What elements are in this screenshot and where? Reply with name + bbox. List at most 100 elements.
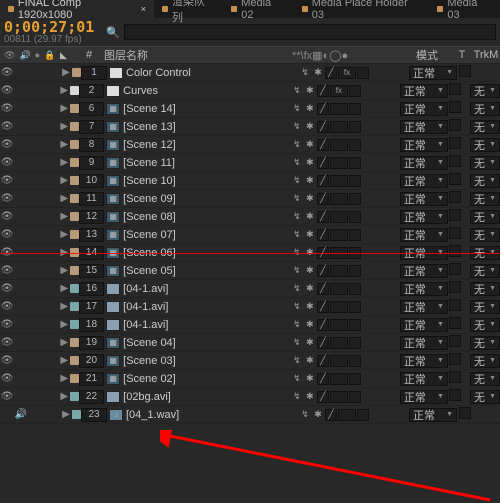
twirl-icon[interactable]: ▶ <box>58 175 70 187</box>
adjustment-switch[interactable] <box>375 391 387 403</box>
search-icon[interactable]: 🔍 <box>106 26 120 39</box>
blend-mode-dropdown[interactable]: 正常▼ <box>400 264 448 278</box>
shy-switch[interactable]: ↯ <box>291 229 303 241</box>
quality-switch[interactable]: ╱ <box>317 139 329 151</box>
trackmatte-dropdown[interactable]: 无▼ <box>470 156 500 170</box>
solo-toggle[interactable] <box>29 175 41 187</box>
solo-toggle[interactable] <box>29 265 41 277</box>
shy-switch[interactable]: ↯ <box>291 391 303 403</box>
solo-toggle[interactable] <box>29 139 41 151</box>
label-color[interactable] <box>70 176 79 185</box>
twirl-icon[interactable]: ▶ <box>58 301 70 313</box>
layer-name[interactable]: [Scene 03] <box>123 355 176 367</box>
trackmatte-dropdown[interactable]: 无▼ <box>470 192 500 206</box>
trackmatte-dropdown[interactable]: 无▼ <box>470 174 500 188</box>
frameblend-switch[interactable] <box>357 409 369 421</box>
twirl-icon[interactable]: ▶ <box>60 409 72 421</box>
lock-toggle[interactable] <box>43 211 55 223</box>
layer-name[interactable]: [02bg.avi] <box>123 391 171 403</box>
blend-mode-dropdown[interactable]: 正常▼ <box>400 156 448 170</box>
motionblur-switch[interactable] <box>362 337 374 349</box>
adjustment-switch[interactable] <box>375 121 387 133</box>
solo-toggle[interactable] <box>29 301 41 313</box>
video-toggle[interactable]: 👁 <box>1 193 13 205</box>
tab-0[interactable]: FINAL Comp 1920x1080× <box>0 0 154 18</box>
audio-toggle[interactable] <box>15 355 27 367</box>
fx-switch[interactable] <box>330 283 348 295</box>
shy-switch[interactable]: ↯ <box>291 319 303 331</box>
fx-switch[interactable] <box>330 373 348 385</box>
collapse-switch[interactable]: ✱ <box>304 301 316 313</box>
frameblend-switch[interactable] <box>349 121 361 133</box>
layer-row[interactable]: 👁 ▶ 8 ▦ [Scene 12] ↯ ✱ ╱ 正常▼ 无▼ <box>0 136 500 154</box>
audio-toggle[interactable] <box>15 211 27 223</box>
label-color[interactable] <box>70 320 79 329</box>
collapse-switch[interactable]: ✱ <box>304 355 316 367</box>
motionblur-switch[interactable] <box>362 391 374 403</box>
quality-switch[interactable]: ╱ <box>317 265 329 277</box>
preserve-transparency[interactable] <box>449 191 461 203</box>
preserve-transparency[interactable] <box>449 299 461 311</box>
shy-switch[interactable]: ↯ <box>291 139 303 151</box>
3d-switch[interactable] <box>388 121 400 133</box>
frameblend-switch[interactable] <box>349 337 361 349</box>
quality-switch[interactable]: ╱ <box>317 391 329 403</box>
3d-switch[interactable] <box>388 211 400 223</box>
collapse-switch[interactable]: ✱ <box>304 337 316 349</box>
layer-name[interactable]: [Scene 14] <box>123 103 176 115</box>
adjustment-switch[interactable] <box>375 355 387 367</box>
preserve-transparency[interactable] <box>449 119 461 131</box>
3d-switch[interactable] <box>388 229 400 241</box>
fx-switch[interactable] <box>338 409 356 421</box>
solo-toggle[interactable] <box>29 337 41 349</box>
quality-switch[interactable]: ╱ <box>317 319 329 331</box>
audio-toggle[interactable] <box>15 193 27 205</box>
frameblend-switch[interactable] <box>349 247 361 259</box>
layer-name[interactable]: [Scene 13] <box>123 121 176 133</box>
3d-switch[interactable] <box>388 139 400 151</box>
trackmatte-dropdown[interactable]: 无▼ <box>470 210 500 224</box>
adjustment-switch[interactable] <box>375 139 387 151</box>
frameblend-switch[interactable] <box>349 211 361 223</box>
lock-toggle[interactable] <box>43 355 55 367</box>
motionblur-switch[interactable] <box>362 85 374 97</box>
quality-switch[interactable]: ╱ <box>317 121 329 133</box>
quality-switch[interactable]: ╱ <box>317 373 329 385</box>
blend-mode-dropdown[interactable]: 正常▼ <box>400 102 448 116</box>
lock-toggle[interactable] <box>43 409 55 421</box>
blend-mode-dropdown[interactable]: 正常▼ <box>400 138 448 152</box>
lock-toggle[interactable] <box>43 103 55 115</box>
label-color[interactable] <box>70 392 79 401</box>
motionblur-switch[interactable] <box>362 139 374 151</box>
label-color[interactable] <box>70 338 79 347</box>
trackmatte-dropdown[interactable]: 无▼ <box>470 264 500 278</box>
3d-switch[interactable] <box>388 301 400 313</box>
trackmatte-dropdown[interactable]: 无▼ <box>470 318 500 332</box>
collapse-switch[interactable]: ✱ <box>304 85 316 97</box>
layer-row[interactable]: 👁 ▶ 16 [04-1.avi] ↯ ✱ ╱ 正常▼ 无▼ <box>0 280 500 298</box>
quality-switch[interactable]: ╱ <box>317 355 329 367</box>
audio-toggle[interactable] <box>15 85 27 97</box>
fx-switch[interactable] <box>330 121 348 133</box>
layer-name[interactable]: [Scene 10] <box>123 175 176 187</box>
video-toggle[interactable]: 👁 <box>1 121 13 133</box>
lock-toggle[interactable] <box>43 283 55 295</box>
shy-switch[interactable]: ↯ <box>291 355 303 367</box>
layer-name[interactable]: [Scene 05] <box>123 265 176 277</box>
solo-toggle[interactable] <box>29 157 41 169</box>
adjustment-switch[interactable] <box>375 103 387 115</box>
preserve-transparency[interactable] <box>449 263 461 275</box>
quality-switch[interactable]: ╱ <box>317 301 329 313</box>
fx-switch[interactable] <box>330 103 348 115</box>
fx-switch[interactable] <box>330 337 348 349</box>
3d-switch[interactable] <box>388 391 400 403</box>
lock-toggle[interactable] <box>43 265 55 277</box>
lock-toggle[interactable] <box>43 67 55 79</box>
preserve-transparency[interactable] <box>449 281 461 293</box>
preserve-transparency[interactable] <box>449 317 461 329</box>
layer-name[interactable]: [04-1.avi] <box>123 319 168 331</box>
layer-name[interactable]: [Scene 06] <box>123 247 176 259</box>
layer-row[interactable]: 🔊 ▶ 23 ♪ [04_1.wav] ↯ ✱ ╱ 正常▼ <box>0 406 500 424</box>
video-toggle[interactable]: 👁 <box>1 211 13 223</box>
preserve-transparency[interactable] <box>449 155 461 167</box>
